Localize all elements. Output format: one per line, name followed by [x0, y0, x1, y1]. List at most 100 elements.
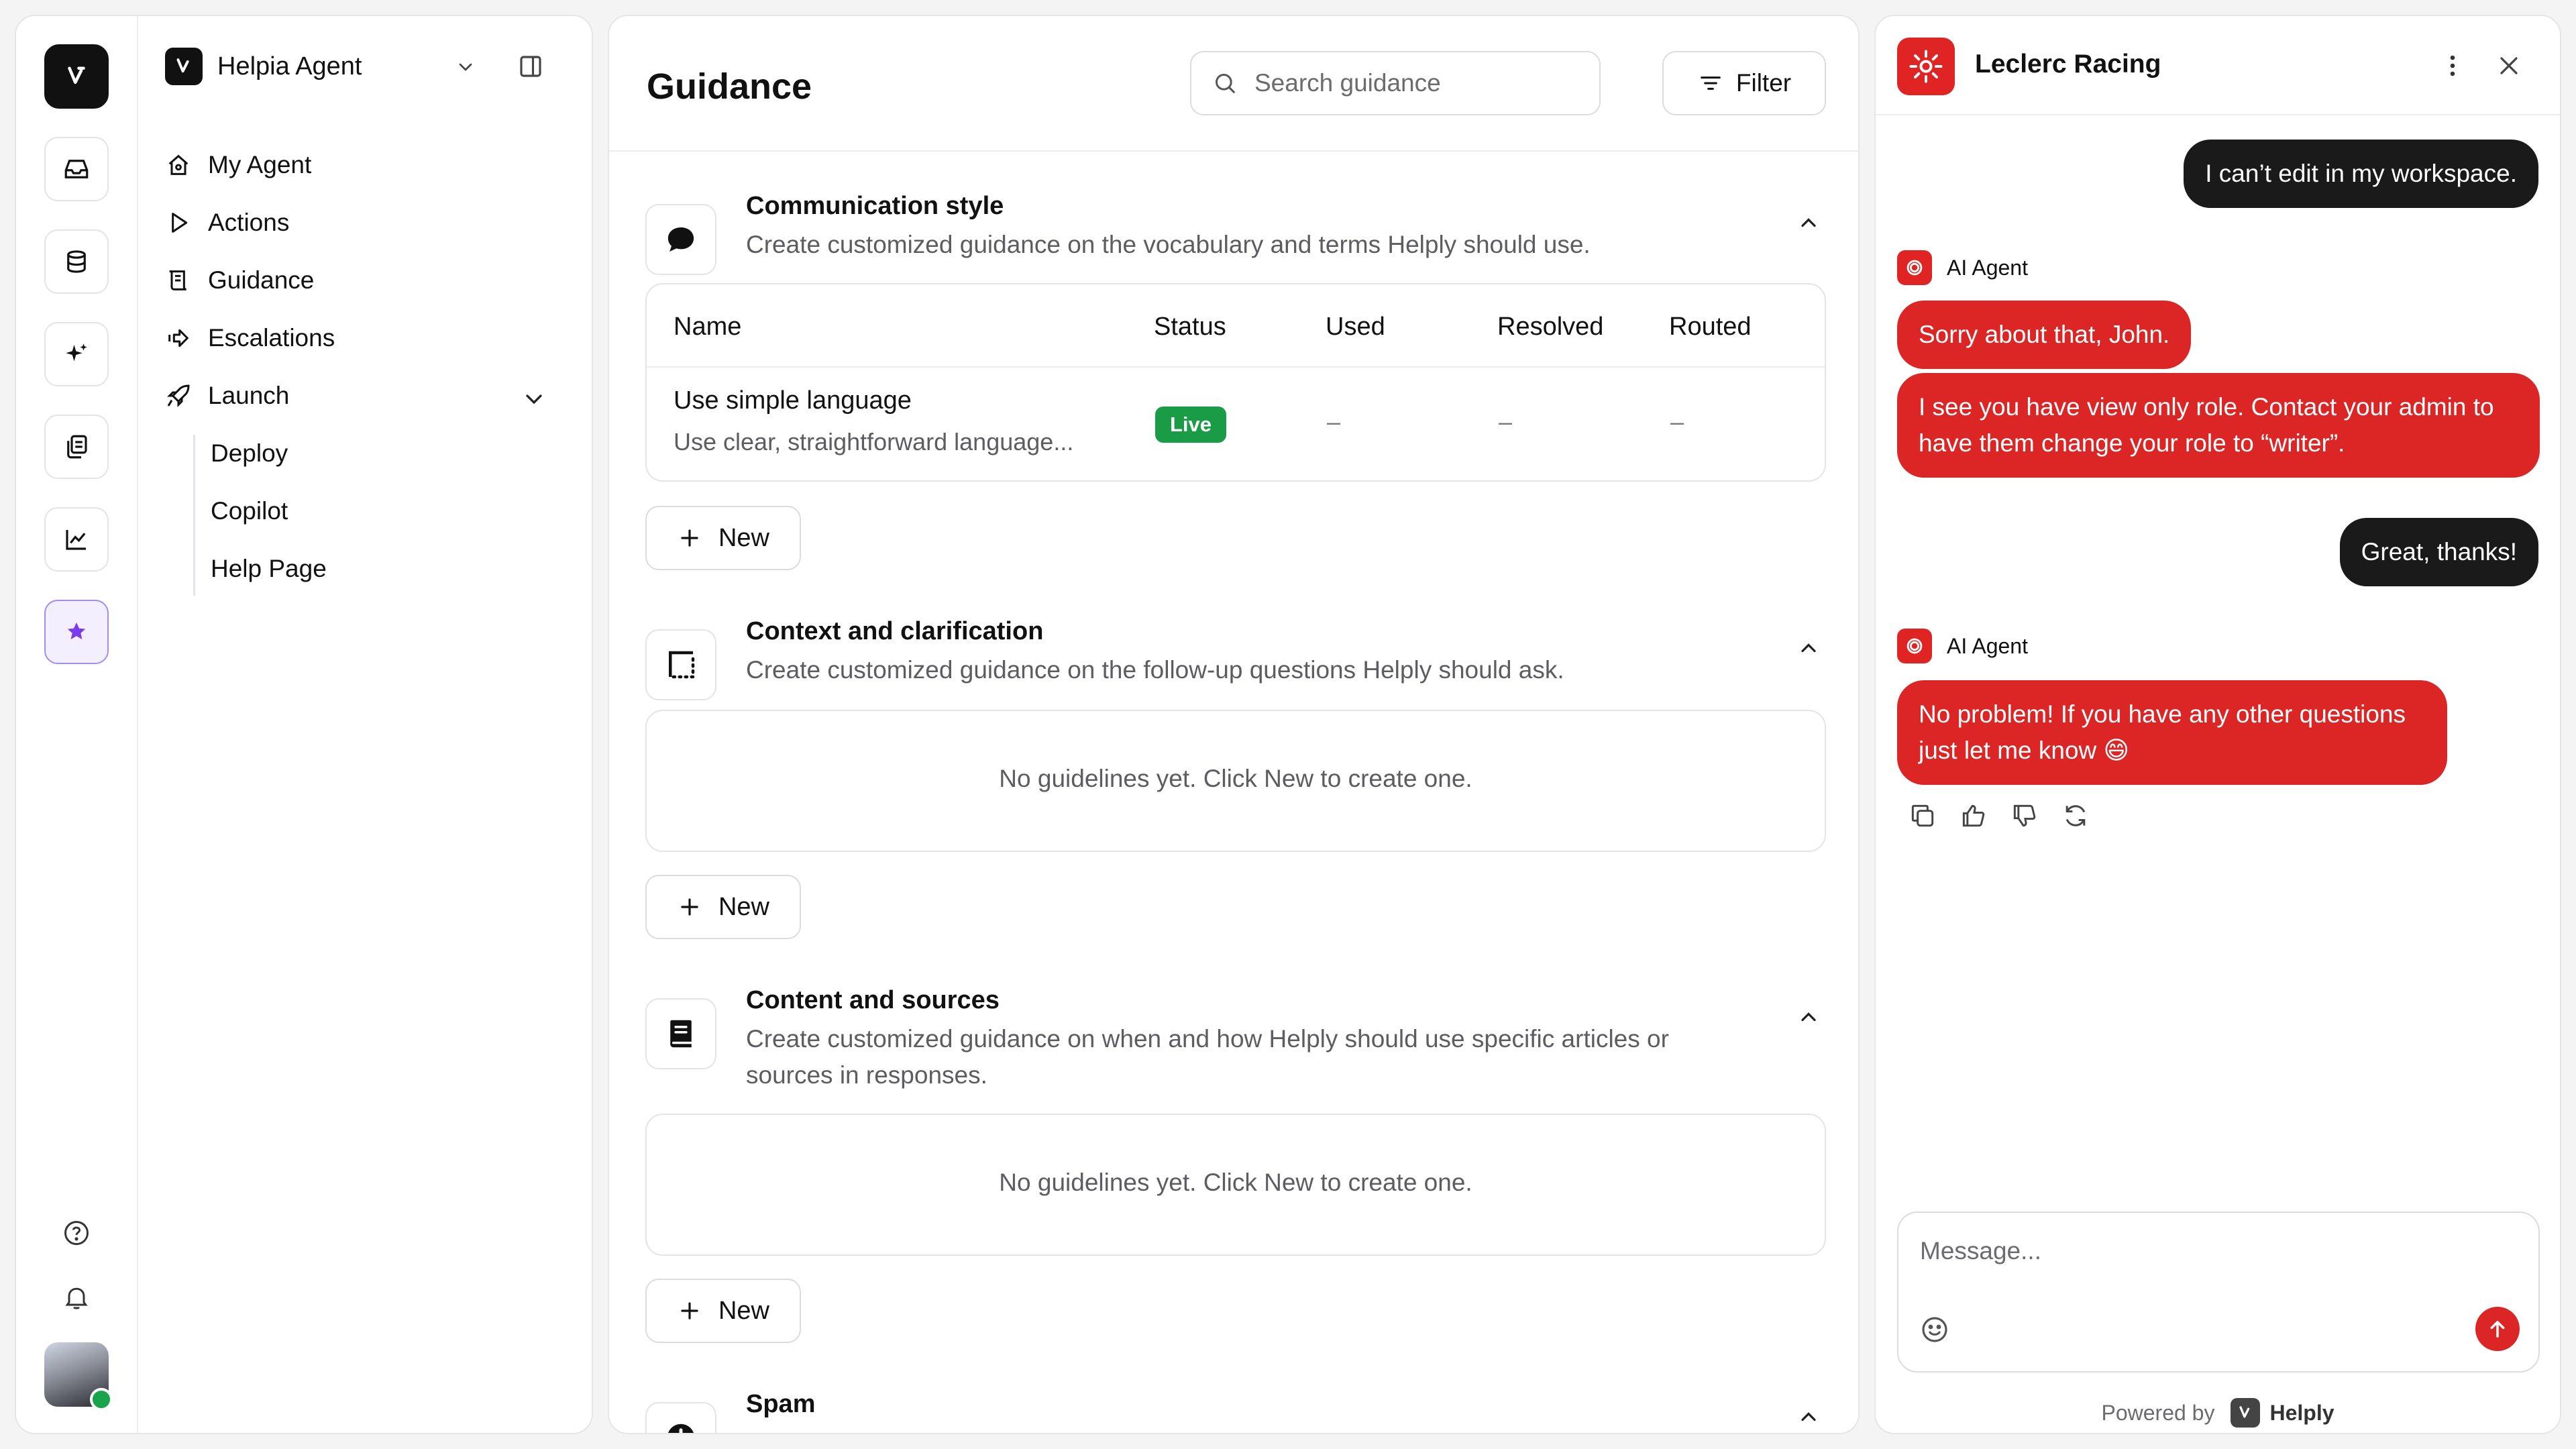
sidebar-item-my-agent[interactable]: My Agent	[165, 142, 564, 189]
search-placeholder: Search guidance	[1254, 69, 1441, 97]
database-icon[interactable]	[44, 229, 109, 294]
section-description: Create customized guidance on the vocabu…	[746, 231, 1591, 258]
sidebar-item-help-page[interactable]: Help Page	[211, 545, 327, 592]
agent-label-text: AI Agent	[1947, 633, 2028, 658]
used-value: –	[1327, 408, 1341, 435]
guidance-table: Name Status Used Resolved Routed Use sim…	[645, 283, 1826, 482]
section-title: Context and clarification	[746, 617, 1044, 645]
speech-bubble-icon	[645, 204, 716, 275]
sidebar-item-guidance[interactable]: Guidance	[165, 257, 564, 304]
sidebar-item-actions[interactable]: Actions	[165, 199, 564, 246]
online-status-dot	[90, 1388, 113, 1411]
thumbs-down-icon[interactable]	[2010, 801, 2039, 830]
filter-label: Filter	[1735, 69, 1792, 97]
sidebar-item-deploy[interactable]: Deploy	[211, 430, 288, 477]
table-header: Name Status Used Resolved Routed	[647, 284, 1825, 368]
new-guideline-button[interactable]: New	[645, 1279, 801, 1343]
column-resolved[interactable]: Resolved	[1497, 313, 1603, 341]
user-message: Great, thanks!	[2339, 518, 2538, 586]
plus-icon	[681, 898, 698, 916]
sidebar-item-copilot[interactable]: Copilot	[211, 488, 288, 535]
agent-label-text: AI Agent	[1947, 255, 2028, 280]
arrow-up-icon	[2490, 1320, 2505, 1338]
house-icon	[168, 154, 189, 175]
chevron-up-icon[interactable]	[1796, 636, 1821, 660]
agent-name: Helpia Agent	[217, 52, 362, 80]
empty-state-text: No guidelines yet. Click New to create o…	[999, 1169, 1472, 1196]
new-label: New	[718, 892, 770, 921]
sidebar-item-launch[interactable]: Launch	[165, 372, 564, 419]
chevron-down-icon[interactable]	[521, 386, 547, 413]
chevron-up-icon[interactable]	[1796, 211, 1821, 235]
plus-icon	[681, 1302, 698, 1320]
agent-avatar-icon	[1897, 250, 1932, 285]
sparkles-icon[interactable]	[44, 322, 109, 386]
agent-avatar-icon	[1897, 629, 1932, 663]
resolved-value: –	[1499, 408, 1513, 435]
plus-icon	[681, 529, 698, 547]
chevron-down-icon[interactable]	[455, 56, 476, 78]
empty-guidelines-card: No guidelines yet. Click New to create o…	[645, 1114, 1826, 1256]
guideline-name: Use simple language	[674, 386, 912, 415]
new-label: New	[718, 1296, 770, 1325]
send-button[interactable]	[2475, 1307, 2520, 1351]
sidebar-item-label: Actions	[208, 209, 290, 236]
powered-by-brand[interactable]: Helply	[2269, 1401, 2334, 1426]
message-input[interactable]: Message...	[1920, 1237, 2041, 1265]
section-title: Communication style	[746, 192, 1004, 220]
sidebar-item-label: Launch	[208, 382, 290, 409]
powered-by-text: Powered by	[2101, 1400, 2215, 1425]
avatar[interactable]	[44, 1342, 113, 1411]
agent-logo-icon	[165, 48, 203, 85]
analytics-icon[interactable]	[44, 507, 109, 572]
guidance-header: Guidance Search guidance Filter	[609, 16, 1858, 152]
message-actions	[1908, 801, 2090, 830]
column-routed[interactable]: Routed	[1669, 313, 1752, 341]
rocket-icon	[167, 384, 190, 407]
empty-state-text: No guidelines yet. Click New to create o…	[999, 765, 1472, 792]
emoji-icon[interactable]	[1919, 1313, 1951, 1346]
column-status[interactable]: Status	[1154, 313, 1226, 341]
message-composer[interactable]: Message...	[1897, 1212, 2540, 1373]
copy-icon[interactable]	[1908, 801, 1937, 830]
thumbs-up-icon[interactable]	[1959, 801, 1988, 830]
close-icon[interactable]	[2494, 51, 2524, 80]
bot-message: No problem! If you have any other questi…	[1897, 680, 2447, 785]
status-badge: Live	[1155, 407, 1226, 443]
table-row[interactable]: Use simple language Use clear, straightf…	[647, 366, 1825, 480]
sidebar-item-label: Guidance	[208, 266, 315, 294]
chat-header: Leclerc Racing	[1876, 16, 2560, 115]
column-name[interactable]: Name	[674, 313, 741, 341]
bot-message: Sorry about that, John.	[1897, 301, 2192, 369]
filter-button[interactable]: Filter	[1662, 51, 1826, 115]
agent-label: AI Agent	[1897, 250, 2028, 286]
app-logo-icon[interactable]	[44, 44, 109, 109]
search-input[interactable]: Search guidance	[1190, 51, 1601, 115]
regenerate-icon[interactable]	[2061, 801, 2090, 830]
help-icon[interactable]	[60, 1217, 93, 1249]
sidebar-toggle-icon[interactable]	[517, 52, 545, 80]
new-guideline-button[interactable]: New	[645, 506, 801, 570]
new-guideline-button[interactable]: New	[645, 875, 801, 939]
inbox-icon[interactable]	[44, 137, 109, 201]
column-used[interactable]: Used	[1326, 313, 1385, 341]
sidebar-item-label: Escalations	[208, 324, 335, 352]
navigation-panel: Helpia Agent My Agent Actions Guidance E…	[15, 15, 593, 1434]
brand-name: Leclerc Racing	[1975, 50, 2161, 78]
agent-switcher[interactable]: Helpia Agent	[165, 44, 564, 89]
documents-icon[interactable]	[44, 415, 109, 479]
guideline-description: Use clear, straightforward language...	[674, 428, 1074, 455]
chat-widget: Leclerc Racing I can’t edit in my worksp…	[1874, 15, 2561, 1434]
star-icon[interactable]	[44, 600, 109, 664]
bell-icon[interactable]	[60, 1281, 93, 1313]
page-title: Guidance	[647, 66, 812, 107]
helply-logo-icon	[2231, 1398, 2261, 1428]
section-title: Spam	[746, 1390, 816, 1418]
sidebar-item-escalations[interactable]: Escalations	[165, 315, 564, 362]
play-icon	[172, 213, 188, 233]
chevron-up-icon[interactable]	[1796, 1405, 1821, 1429]
tree-line	[193, 435, 195, 596]
more-options-icon[interactable]	[2438, 51, 2467, 80]
chevron-up-icon[interactable]	[1796, 1005, 1821, 1029]
guidance-panel: Guidance Search guidance Filter Communic…	[608, 15, 1860, 1434]
